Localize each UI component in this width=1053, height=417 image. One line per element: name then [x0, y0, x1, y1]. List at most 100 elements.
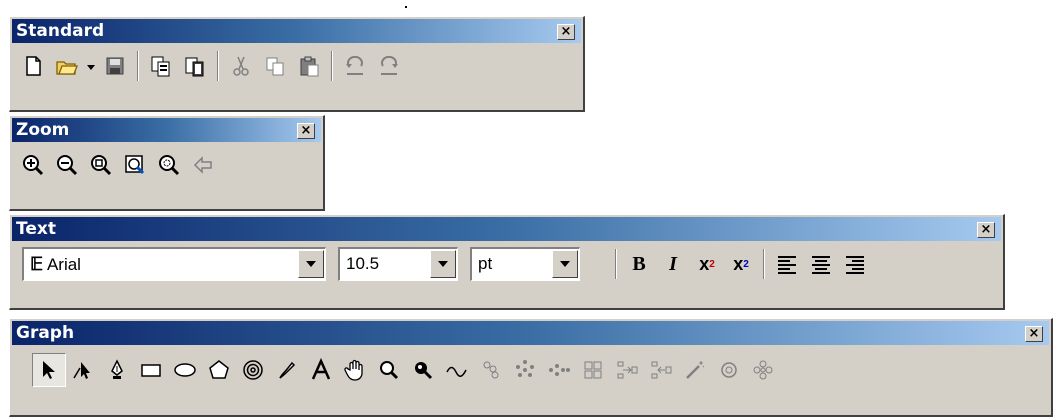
grid-tool-button[interactable]	[576, 353, 610, 387]
copy-page-icon	[151, 56, 170, 77]
cut-button[interactable]	[224, 49, 258, 83]
chevron-down-icon	[87, 65, 95, 70]
freehand-tool-button[interactable]	[270, 353, 304, 387]
zoom-out-tool-button[interactable]	[406, 353, 440, 387]
open-folder-icon	[56, 61, 78, 75]
zoom-tool-button[interactable]	[372, 353, 406, 387]
chevron-down-icon[interactable]	[552, 250, 578, 278]
wave-curve-icon	[446, 366, 467, 377]
cut-scissors-icon	[233, 56, 249, 76]
undo-button[interactable]	[338, 49, 372, 83]
align-center-icon	[812, 256, 830, 274]
superscript-label: x	[699, 253, 710, 274]
subscript-mark: 2	[743, 258, 749, 270]
graph-title-text: Graph	[16, 323, 75, 343]
superscript-button[interactable]: x2	[690, 247, 724, 281]
magic-wand-button[interactable]	[678, 353, 712, 387]
open-dropdown-button[interactable]	[84, 49, 98, 83]
node-edit-button[interactable]	[66, 353, 100, 387]
font-type-icon: 𝔼	[30, 254, 44, 274]
connect-tool-button[interactable]	[610, 353, 644, 387]
spiral-tool-button[interactable]	[236, 353, 270, 387]
zoom-out-button[interactable]	[50, 148, 84, 182]
zoom-page-icon	[125, 155, 145, 175]
rectangle-icon	[141, 364, 161, 377]
pattern-tool-button[interactable]	[542, 353, 576, 387]
pen-tool-button[interactable]	[100, 353, 134, 387]
disconnect-tool-button[interactable]	[644, 353, 678, 387]
close-icon[interactable]: ×	[297, 123, 315, 139]
pattern-dots-icon	[549, 364, 570, 376]
copy-button[interactable]	[258, 49, 292, 83]
redo-button[interactable]	[372, 49, 406, 83]
select-arrow-button[interactable]	[32, 353, 66, 387]
flower-icon	[753, 360, 773, 380]
magnifier-filled-icon	[415, 362, 433, 380]
paste-page-button[interactable]	[178, 49, 212, 83]
font-unit-value: pt	[478, 254, 493, 273]
polygon-tool-button[interactable]	[202, 353, 236, 387]
italic-label: I	[669, 252, 677, 275]
open-file-button[interactable]	[50, 49, 84, 83]
align-right-button[interactable]	[838, 247, 872, 281]
zoom-selection-icon	[159, 155, 180, 176]
blend-tool-button[interactable]	[474, 353, 508, 387]
zoom-toolbar-title[interactable]: Zoom ×	[12, 118, 321, 142]
pan-tool-button[interactable]	[338, 353, 372, 387]
rectangle-tool-button[interactable]	[134, 353, 168, 387]
undo-icon	[346, 55, 363, 75]
font-size-value: 10.5	[346, 254, 380, 273]
copy-page-button[interactable]	[144, 49, 178, 83]
graph-toolbar-title[interactable]: Graph ×	[12, 321, 1049, 345]
close-icon[interactable]: ×	[977, 222, 995, 238]
standard-toolbar: Standard ×	[9, 16, 585, 112]
zoom-fit-button[interactable]	[84, 148, 118, 182]
scatter-tool-button[interactable]	[508, 353, 542, 387]
italic-button[interactable]: I	[656, 247, 690, 281]
subscript-button[interactable]: x2	[724, 247, 758, 281]
pentagon-icon	[209, 360, 229, 379]
gear-circle-icon	[721, 362, 737, 378]
font-family-select[interactable]: 𝔼 Arial	[22, 247, 326, 281]
font-family-value: 𝔼 Arial	[30, 254, 81, 275]
standard-toolbar-title[interactable]: Standard ×	[12, 19, 581, 43]
magic-wand-icon	[686, 361, 705, 379]
magnifier-icon	[380, 361, 399, 380]
text-toolbar-title[interactable]: Text ×	[12, 217, 1001, 241]
chevron-down-icon[interactable]	[298, 250, 324, 278]
font-unit-select[interactable]: pt	[470, 247, 580, 281]
save-button[interactable]	[98, 49, 132, 83]
close-icon[interactable]: ×	[1025, 326, 1043, 342]
zoom-selection-button[interactable]	[152, 148, 186, 182]
zoom-title-text: Zoom	[16, 120, 70, 140]
bold-button[interactable]: B	[622, 247, 656, 281]
align-right-icon	[846, 256, 864, 274]
save-disk-icon	[106, 57, 124, 75]
align-left-icon	[778, 256, 796, 274]
connect-arrow-icon	[617, 361, 638, 379]
blend-icon	[483, 361, 499, 379]
font-name: Arial	[46, 255, 81, 274]
text-tool-button[interactable]	[304, 353, 338, 387]
pointer-arrow-icon	[43, 361, 55, 379]
separator	[763, 249, 765, 279]
rotate-tool-button[interactable]	[712, 353, 746, 387]
paste-button[interactable]	[292, 49, 326, 83]
node-edit-icon	[73, 362, 90, 379]
align-left-button[interactable]	[770, 247, 804, 281]
ellipse-tool-button[interactable]	[168, 353, 202, 387]
hand-icon	[344, 359, 363, 381]
text-toolbar: Text × 𝔼 Arial 10.5 pt B I x2 x2	[9, 214, 1005, 310]
flower-tool-button[interactable]	[746, 353, 780, 387]
curve-tool-button[interactable]	[440, 353, 474, 387]
scatter-dots-icon	[516, 360, 534, 377]
close-icon[interactable]: ×	[557, 24, 575, 40]
copy-icon	[266, 57, 284, 76]
new-file-button[interactable]	[16, 49, 50, 83]
chevron-down-icon[interactable]	[430, 250, 456, 278]
align-center-button[interactable]	[804, 247, 838, 281]
font-size-select[interactable]: 10.5	[338, 247, 458, 281]
zoom-previous-button[interactable]	[186, 148, 220, 182]
zoom-page-button[interactable]	[118, 148, 152, 182]
zoom-in-button[interactable]	[16, 148, 50, 182]
